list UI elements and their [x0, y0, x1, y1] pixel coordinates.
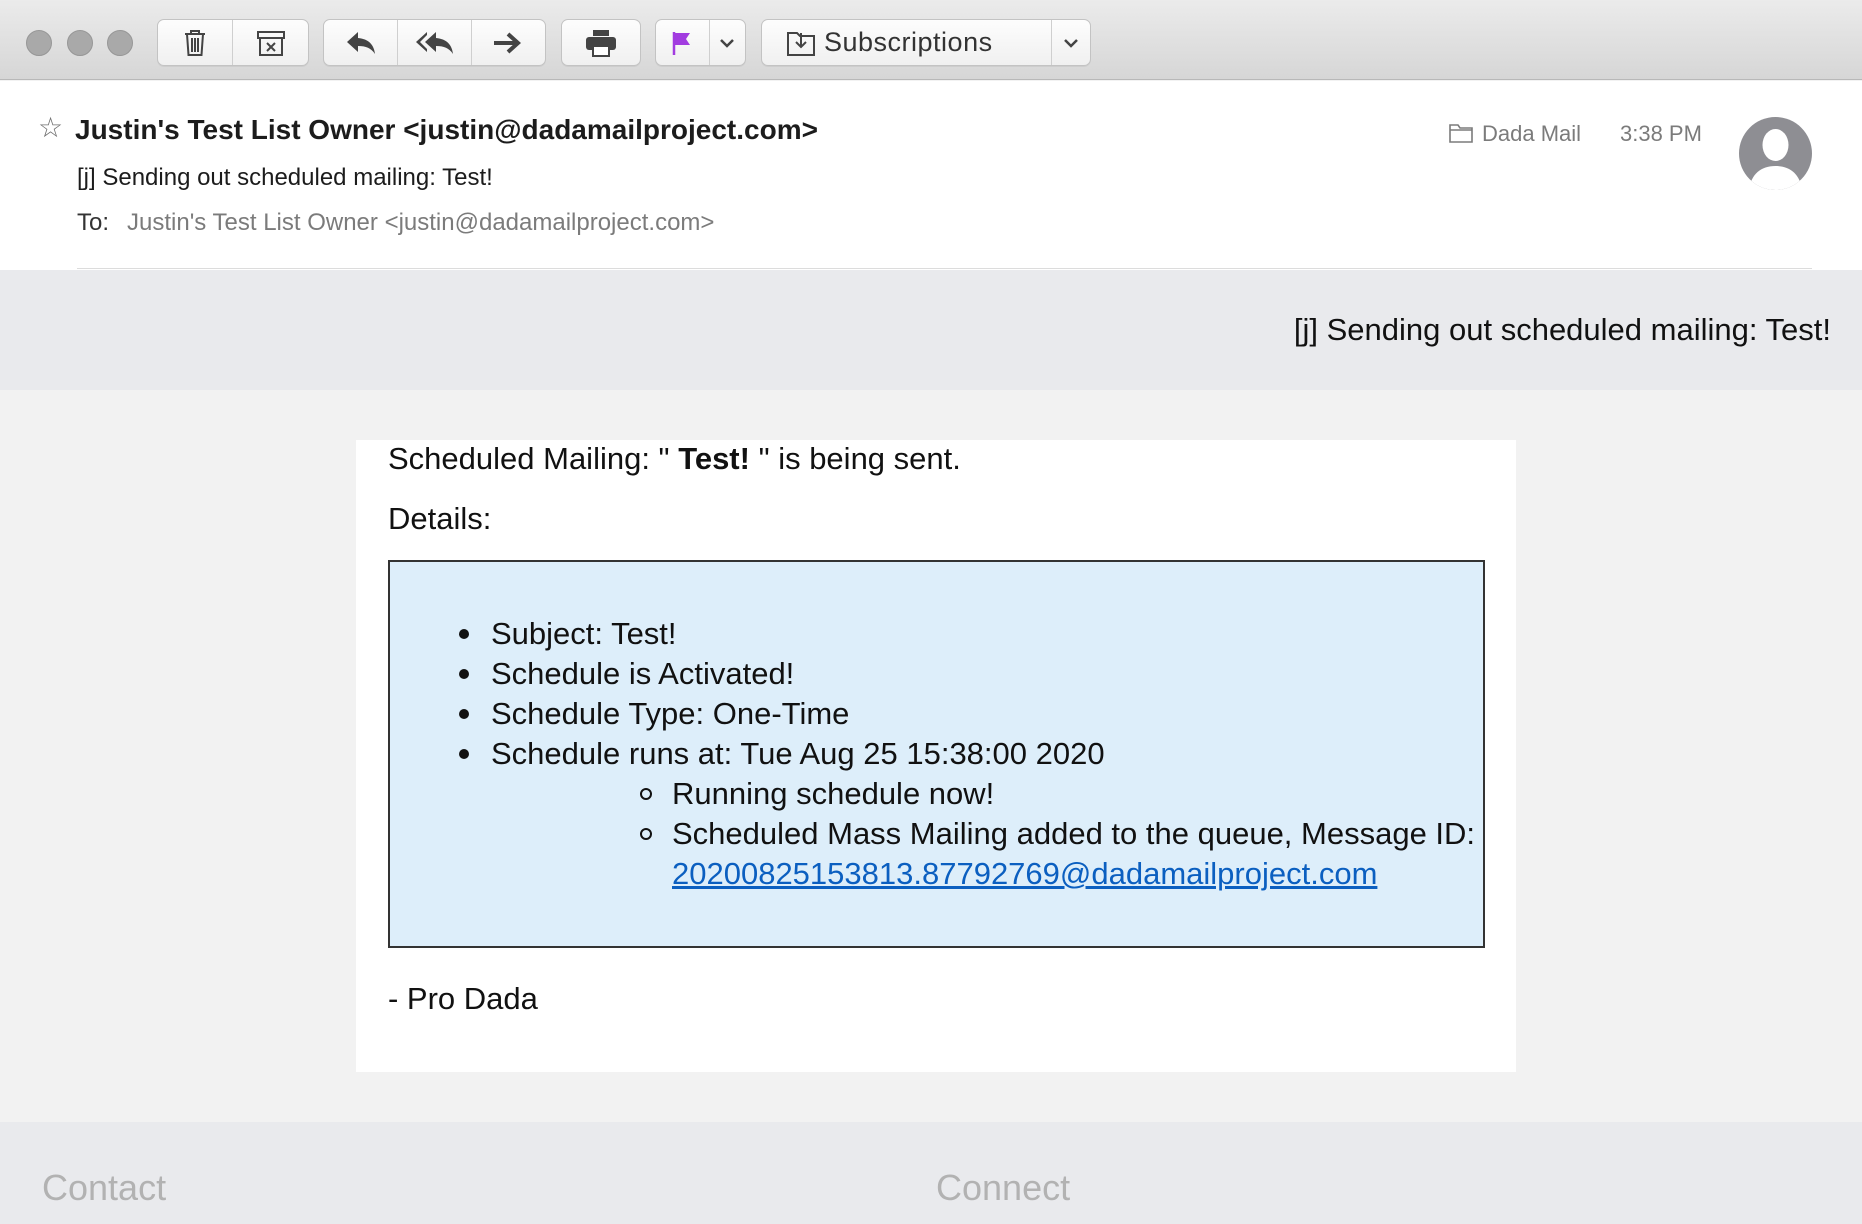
email-footer: [0, 1122, 1862, 1224]
mailbox-dropdown-button[interactable]: [1052, 20, 1090, 65]
intro-suffix: " is being sent.: [758, 441, 961, 476]
bullet-icon: [459, 629, 469, 639]
bullet-icon: [459, 749, 469, 759]
list-item: Subject: Test!: [390, 614, 1483, 654]
move-to-mailbox-button[interactable]: Subscriptions: [762, 20, 1053, 65]
move-to-mailbox-group: Subscriptions: [761, 19, 1091, 66]
avatar: [1739, 117, 1812, 190]
star-icon[interactable]: ☆: [38, 114, 63, 142]
close-window-button[interactable]: [26, 30, 52, 56]
folder-icon: [1449, 124, 1473, 143]
details-box: Subject: Test! Schedule is Activated! Sc…: [388, 560, 1485, 948]
delete-button[interactable]: [158, 20, 233, 65]
bullet-icon: [459, 669, 469, 679]
trash-icon: [185, 29, 205, 56]
flag-icon: [673, 31, 691, 55]
sub-details-list: Running schedule now! Scheduled Mass Mai…: [491, 774, 1483, 894]
reply-icon: [346, 31, 375, 54]
list-item: Schedule Type: One-Time: [390, 694, 1483, 734]
mailbox-name[interactable]: Dada Mail: [1482, 120, 1581, 148]
archive-icon: [256, 30, 285, 56]
reply-all-icon: [415, 31, 453, 54]
intro-prefix: Scheduled Mailing: ": [388, 441, 670, 476]
intro-line: Scheduled Mailing: " Test! " is being se…: [388, 441, 961, 477]
message-subject: [j] Sending out scheduled mailing: Test!: [77, 164, 493, 191]
circle-bullet-icon: [640, 788, 652, 800]
flag-dropdown-button[interactable]: [710, 20, 745, 65]
recipient[interactable]: Justin's Test List Owner <justin@dadamai…: [127, 208, 714, 238]
bullet-icon: [459, 709, 469, 719]
reply-button[interactable]: [324, 20, 399, 65]
window-toolbar: Subscriptions: [0, 0, 1862, 80]
archive-button[interactable]: [233, 20, 308, 65]
sub-list-item: Scheduled Mass Mailing added to the queu…: [491, 814, 1483, 894]
flag-button[interactable]: [656, 20, 710, 65]
footer-connect-heading: Connect: [936, 1167, 1071, 1208]
reply-group: [323, 19, 546, 66]
message-id-link[interactable]: 20200825153813.87792769@dadamailproject.…: [672, 854, 1483, 894]
print-group: [561, 19, 641, 66]
signoff: - Pro Dada: [388, 981, 538, 1016]
move-to-folder-icon: [787, 31, 815, 56]
sub-list-item: Running schedule now!: [491, 774, 1483, 814]
chevron-down-icon: [1064, 38, 1079, 48]
footer-contact-heading: Contact: [42, 1167, 167, 1208]
details-label: Details:: [388, 501, 492, 536]
reply-all-button[interactable]: [398, 20, 472, 65]
list-item: Schedule is Activated!: [390, 654, 1483, 694]
email-banner-title: [j] Sending out scheduled mailing: Test!: [1293, 312, 1831, 347]
list-item: Schedule runs at: Tue Aug 25 15:38:00 20…: [390, 734, 1483, 894]
person-icon: [1749, 129, 1802, 190]
minimize-window-button[interactable]: [67, 30, 93, 56]
details-list: Subject: Test! Schedule is Activated! Sc…: [390, 614, 1483, 894]
sender[interactable]: Justin's Test List Owner <justin@dadamai…: [75, 114, 818, 146]
mailing-name: Test!: [678, 441, 750, 476]
to-label: To:: [77, 209, 110, 236]
header-divider: [77, 268, 1812, 269]
forward-icon: [494, 32, 522, 53]
print-button[interactable]: [562, 20, 640, 65]
forward-button[interactable]: [472, 20, 545, 65]
zoom-window-button[interactable]: [107, 30, 133, 56]
flag-group: [655, 19, 746, 66]
printer-icon: [586, 29, 616, 57]
chevron-down-icon: [720, 38, 735, 48]
message-time: 3:38 PM: [1620, 121, 1702, 146]
delete-archive-group: [157, 19, 309, 66]
mailbox-label: Subscriptions: [824, 27, 993, 57]
circle-bullet-icon: [640, 828, 652, 840]
